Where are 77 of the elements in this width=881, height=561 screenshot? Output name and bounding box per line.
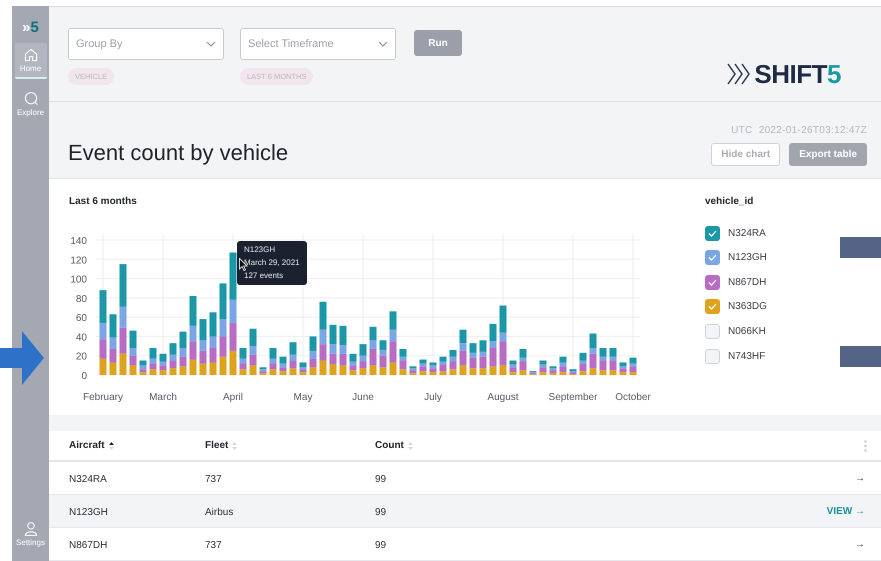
axis-label: 0 [81, 370, 87, 382]
legend-label: N867DH [728, 276, 766, 290]
select-field[interactable]: Select Timeframe [240, 28, 396, 60]
export-button[interactable]: Export table [789, 142, 867, 166]
axis-label: June [352, 392, 374, 403]
checkbox[interactable] [705, 250, 720, 266]
page-title: Event count by vehicle [68, 142, 288, 164]
search-icon [22, 91, 38, 107]
axis-label: 60 [76, 312, 87, 324]
legend-label: N363DG [728, 300, 767, 314]
home-icon [22, 47, 38, 63]
axis-label: 80 [76, 294, 87, 305]
table-cell: N324RA [69, 474, 107, 485]
tooltip-text: March 29, 2021 [244, 258, 300, 268]
nav-item[interactable]: Explore [14, 87, 46, 121]
edge-block [840, 346, 881, 367]
check-icon [708, 278, 717, 286]
legend-label: N324RA [728, 226, 766, 241]
timestamp: UTC 2022-01-26T03:12:47Z [731, 124, 867, 138]
table-cell: 99 [375, 474, 386, 485]
row-link[interactable]: → [855, 536, 865, 552]
table-cell: 99 [375, 540, 386, 551]
checkbox[interactable] [705, 324, 720, 339]
axis-label: October [615, 392, 651, 403]
arrow-icon [0, 331, 44, 385]
edge-block [840, 237, 881, 258]
row-link[interactable]: → [855, 470, 865, 486]
axis-label: 140 [70, 236, 87, 247]
sort-icon[interactable] [108, 440, 114, 450]
legend-label: N066KH [728, 324, 766, 339]
table-cell: 737 [205, 474, 222, 485]
table-cell: N867DH [69, 540, 108, 551]
axis-label: 100 [70, 274, 87, 286]
axis-label: February [83, 392, 123, 403]
axis-label: March [149, 392, 177, 403]
checkbox[interactable] [705, 274, 720, 290]
hide-chart-button[interactable]: Hide chart [711, 142, 780, 166]
axis-label: 40 [76, 332, 87, 344]
chevron-down-icon [206, 41, 216, 47]
settings-item[interactable]: Settings [16, 521, 45, 549]
chevron-down-icon [378, 41, 388, 47]
checkbox[interactable] [705, 348, 720, 364]
select-field[interactable]: Group By [68, 28, 224, 60]
axis-label: April [223, 392, 243, 403]
legend-title: vehicle_id [705, 194, 754, 209]
column-header[interactable]: Fleet [205, 438, 228, 453]
axis-label: May [294, 392, 312, 403]
chart-title: Last 6 months [69, 194, 137, 209]
run-button[interactable]: Run [414, 30, 462, 56]
brand-logo: SHIFT5 [754, 61, 841, 87]
table-cell: 737 [205, 540, 222, 551]
table-row[interactable]: N123GH Airbus 99 VIEW → [49, 495, 881, 528]
table-cell: N123GH [69, 507, 108, 518]
check-icon [708, 254, 717, 262]
chevrons-icon [727, 63, 752, 85]
person-icon [22, 521, 38, 537]
column-header[interactable]: Count [375, 438, 404, 453]
legend-label: N123GH [728, 251, 767, 266]
checkbox[interactable] [705, 299, 720, 314]
column-header[interactable]: Aircraft [69, 438, 105, 453]
axis-label: August [487, 392, 519, 403]
axis-label: 120 [70, 255, 87, 266]
check-icon [708, 230, 717, 237]
checkbox[interactable] [705, 226, 720, 241]
axis-label: 20 [76, 351, 87, 362]
legend-label: N743HF [728, 350, 766, 364]
axis-label: July [424, 392, 442, 403]
more-icon[interactable] [864, 440, 867, 452]
tooltip-text: N123GH [244, 244, 276, 255]
row-link[interactable]: VIEW → [826, 504, 865, 518]
table-cell: Airbus [205, 507, 234, 518]
axis-label: September [548, 392, 598, 403]
tooltip-text: 127 events [244, 270, 284, 281]
logo: »5 [22, 20, 39, 35]
table-cell: 99 [375, 507, 386, 518]
nav-item[interactable]: Home [14, 43, 46, 79]
check-icon [708, 303, 717, 310]
